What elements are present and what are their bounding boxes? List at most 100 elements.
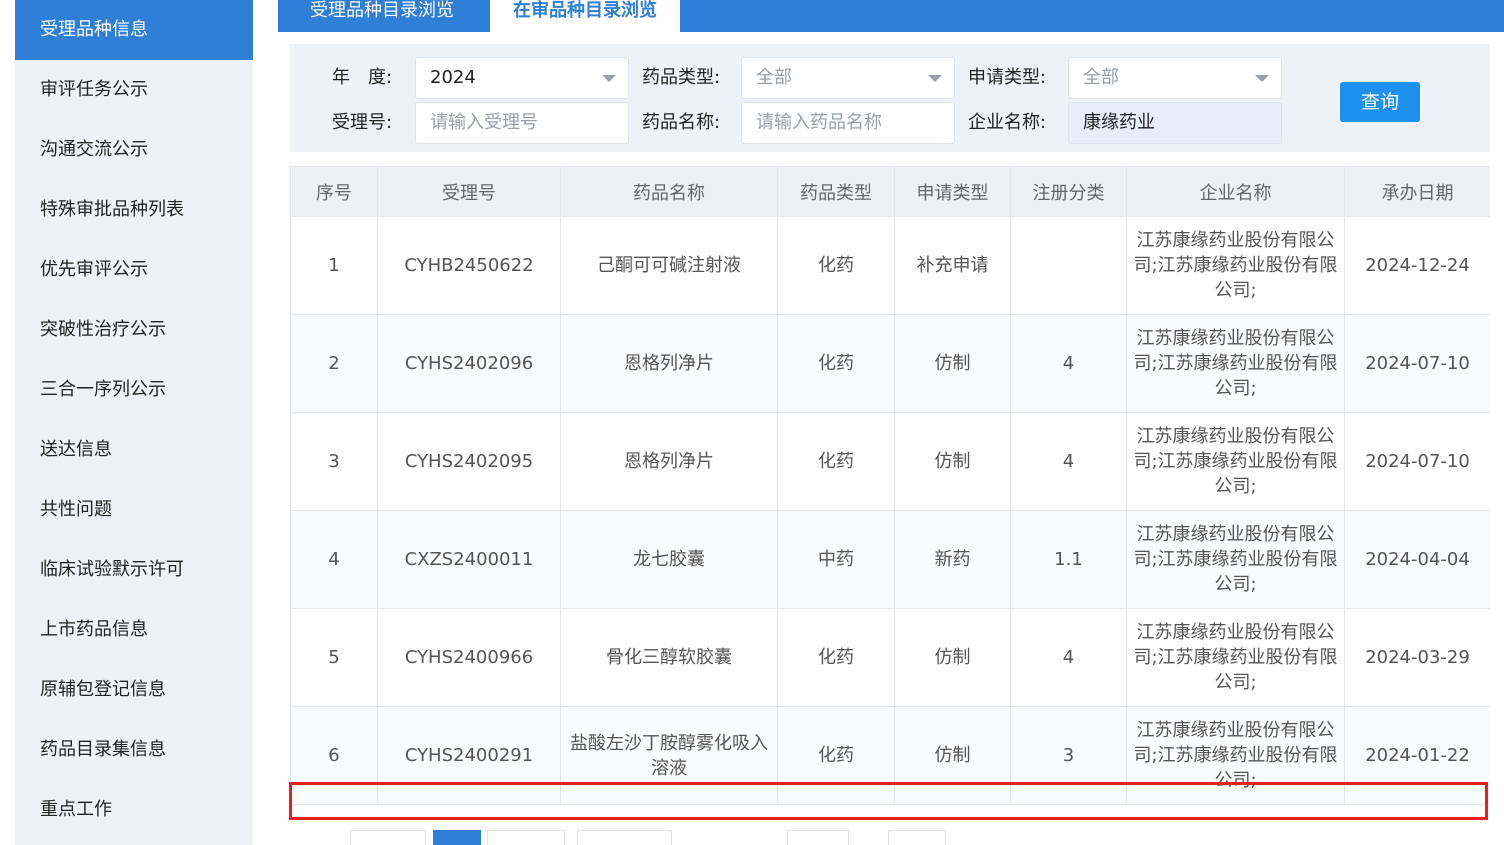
chevron-down-icon	[1255, 75, 1269, 82]
cell-accept-no: CYHS2402095	[377, 412, 561, 511]
cell-reg-class: 4	[1010, 314, 1127, 413]
sidebar-item[interactable]: 送达信息	[15, 420, 253, 480]
sidebar-item[interactable]: 特殊审批品种列表	[15, 180, 253, 240]
tab-accepted-catalog[interactable]: 受理品种目录浏览	[282, 0, 482, 32]
cell-index: 3	[290, 412, 378, 511]
sidebar-item[interactable]: 受理品种信息	[15, 0, 253, 60]
cell-accept-no: CXZS2400011	[377, 510, 561, 609]
cell-date: 2024-12-24	[1344, 216, 1490, 315]
table-row[interactable]: 2 CYHS2402096 恩格列净片 化药 仿制 4 江苏康缘药业股份有限公司;江苏康缘药…	[290, 314, 1490, 413]
cell-drug-name: 盐酸左沙丁胺醇雾化吸入溶液	[560, 706, 778, 805]
cell-reg-class	[1010, 216, 1127, 315]
table-row[interactable]: 3 CYHS2402095 恩格列净片 化药 仿制 4 江苏康缘药业股份有限公司;江苏康缘药…	[290, 412, 1490, 511]
chevron-down-icon	[602, 75, 616, 82]
sidebar-item[interactable]: 共性问题	[15, 480, 253, 540]
pager-prev-button[interactable]	[350, 830, 426, 845]
column-header[interactable]: 企业名称	[1126, 166, 1345, 217]
year-select-value: 2024	[430, 67, 476, 88]
cell-apply-type: 仿制	[894, 608, 1011, 707]
drug-name-label: 药品名称:	[642, 112, 721, 133]
column-header[interactable]: 承办日期	[1344, 166, 1490, 217]
sidebar-item[interactable]: 优先审评公示	[15, 240, 253, 300]
cell-reg-class: 1.1	[1010, 510, 1127, 609]
cell-drug-type: 化药	[777, 608, 895, 707]
column-header[interactable]: 注册分类	[1010, 166, 1127, 217]
drug-type-label: 药品类型:	[642, 67, 721, 88]
accept-no-input[interactable]: 请输入受理号	[415, 102, 629, 144]
cell-company: 江苏康缘药业股份有限公司;江苏康缘药业股份有限公司;	[1126, 608, 1345, 707]
cell-drug-type: 化药	[777, 216, 895, 315]
cell-company: 江苏康缘药业股份有限公司;江苏康缘药业股份有限公司;	[1126, 412, 1345, 511]
cell-apply-type: 仿制	[894, 314, 1011, 413]
sidebar-item[interactable]: 审评任务公示	[15, 60, 253, 120]
query-button[interactable]: 查询	[1340, 82, 1420, 122]
pager-size-select[interactable]	[577, 830, 672, 845]
cell-index: 1	[290, 216, 378, 315]
pager-next-button[interactable]	[487, 830, 565, 845]
cell-date: 2024-07-10	[1344, 314, 1490, 413]
table-row[interactable]: 4 CXZS2400011 龙七胶囊 中药 新药 1.1 江苏康缘药业股份有限公司;江苏康缘…	[290, 510, 1490, 609]
cell-index: 5	[290, 608, 378, 707]
cell-drug-type: 中药	[777, 510, 895, 609]
column-header[interactable]: 药品名称	[560, 166, 778, 217]
cell-company: 江苏康缘药业股份有限公司;江苏康缘药业股份有限公司;	[1126, 510, 1345, 609]
cell-reg-class: 4	[1010, 412, 1127, 511]
drug-name-input[interactable]: 请输入药品名称	[741, 102, 955, 144]
cell-drug-name: 龙七胶囊	[560, 510, 778, 609]
cell-company: 江苏康缘药业股份有限公司;江苏康缘药业股份有限公司;	[1126, 314, 1345, 413]
year-label: 年 度:	[332, 67, 393, 88]
table-row[interactable]: 1 CYHB2450622 己酮可可碱注射液 化药 补充申请 江苏康缘药业股份有限公司;江…	[290, 216, 1490, 315]
cell-company: 江苏康缘药业股份有限公司;江苏康缘药业股份有限公司;	[1126, 216, 1345, 315]
cell-accept-no: CYHS2402096	[377, 314, 561, 413]
cell-date: 2024-03-29	[1344, 608, 1490, 707]
year-select[interactable]: 2024	[415, 57, 629, 99]
cell-drug-name: 骨化三醇软胶囊	[560, 608, 778, 707]
results-table: 序号 受理号 药品名称 药品类型 申请类型 注册分类 企业名称 承办日期 1 CYHB24506…	[290, 166, 1490, 806]
cell-reg-class: 4	[1010, 608, 1127, 707]
sidebar-item[interactable]: 三合一序列公示	[15, 360, 253, 420]
column-header[interactable]: 序号	[290, 166, 378, 217]
table-row[interactable]: 5 CYHS2400966 骨化三醇软胶囊 化药 仿制 4 江苏康缘药业股份有限公司;江苏康…	[290, 608, 1490, 707]
cell-apply-type: 补充申请	[894, 216, 1011, 315]
sidebar-item[interactable]: 上市药品信息	[15, 600, 253, 660]
sidebar-item[interactable]: 沟通交流公示	[15, 120, 253, 180]
accept-no-label: 受理号:	[332, 112, 393, 133]
filter-panel: 年 度: 2024 药品类型: 全部 申请类型: 全部 受理号: 请输入受理号 …	[290, 44, 1490, 152]
cell-reg-class: 3	[1010, 706, 1127, 805]
cell-drug-type: 化药	[777, 314, 895, 413]
pager-jump-input[interactable]	[787, 830, 849, 845]
chevron-down-icon	[928, 75, 942, 82]
cell-index: 4	[290, 510, 378, 609]
sidebar-item[interactable]: 临床试验默示许可	[15, 540, 253, 600]
cell-date: 2024-01-22	[1344, 706, 1490, 805]
sidebar-nav: 受理品种信息 审评任务公示 沟通交流公示 特殊审批品种列表 优先审评公示 突破性治疗公示三…	[15, 0, 253, 845]
drug-type-select[interactable]: 全部	[741, 57, 955, 99]
pager-current-page[interactable]	[433, 830, 481, 845]
column-header[interactable]: 申请类型	[894, 166, 1011, 217]
cell-apply-type: 仿制	[894, 412, 1011, 511]
pagination	[290, 830, 990, 845]
cell-drug-name: 己酮可可碱注射液	[560, 216, 778, 315]
apply-type-label: 申请类型:	[968, 67, 1047, 88]
sidebar-item[interactable]: 突破性治疗公示	[15, 300, 253, 360]
cell-accept-no: CYHS2400966	[377, 608, 561, 707]
cell-accept-no: CYHS2400291	[377, 706, 561, 805]
column-header[interactable]: 药品类型	[777, 166, 895, 217]
pager-go-button[interactable]	[888, 830, 946, 845]
cell-apply-type: 新药	[894, 510, 1011, 609]
cell-drug-type: 化药	[777, 706, 895, 805]
cell-accept-no: CYHB2450622	[377, 216, 561, 315]
company-input[interactable]: 康缘药业	[1068, 102, 1282, 144]
sidebar-item[interactable]: 药品目录集信息	[15, 720, 253, 780]
sidebar-item[interactable]: 原辅包登记信息	[15, 660, 253, 720]
tab-under-review-catalog[interactable]: 在审品种目录浏览	[490, 0, 680, 32]
sidebar-item[interactable]: 重点工作	[15, 780, 253, 840]
column-header[interactable]: 受理号	[377, 166, 561, 217]
apply-type-select-value: 全部	[1083, 67, 1119, 88]
apply-type-select[interactable]: 全部	[1068, 57, 1282, 99]
table-row[interactable]: 6 CYHS2400291 盐酸左沙丁胺醇雾化吸入溶液 化药 仿制 3 江苏康缘药业股份有限…	[290, 706, 1490, 805]
tab-bar: 受理品种目录浏览 在审品种目录浏览	[278, 0, 1504, 32]
company-label: 企业名称:	[968, 112, 1047, 133]
cell-drug-name: 恩格列净片	[560, 412, 778, 511]
cell-date: 2024-07-10	[1344, 412, 1490, 511]
